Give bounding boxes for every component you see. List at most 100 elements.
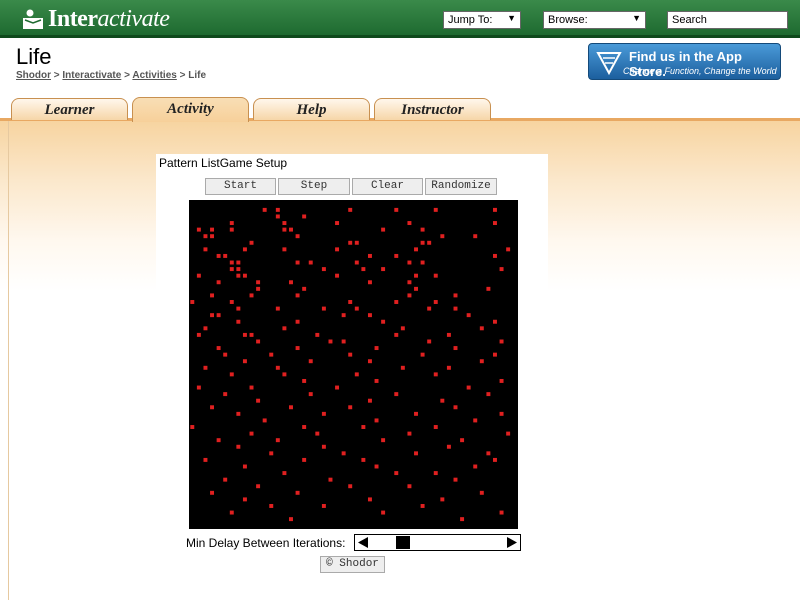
live-cell[interactable] [236,319,241,324]
live-cell[interactable] [394,332,399,337]
live-cell[interactable] [453,346,458,351]
live-cell[interactable] [479,359,484,364]
live-cell[interactable] [414,247,418,252]
live-cell[interactable] [295,490,300,495]
slider-right-arrow-icon[interactable] [505,536,519,549]
live-cell[interactable] [374,418,379,423]
live-cell[interactable] [190,425,195,429]
live-cell[interactable] [229,227,234,232]
live-cell[interactable] [302,378,307,383]
live-cell[interactable] [433,300,438,304]
live-cell[interactable] [433,372,438,377]
live-cell[interactable] [394,207,399,212]
randomize-button[interactable]: Randomize [425,178,497,195]
live-cell[interactable] [196,332,201,337]
live-cell[interactable] [328,477,333,482]
live-cell[interactable] [321,411,326,416]
search-input[interactable]: Search [667,11,788,29]
live-cell[interactable] [453,405,458,410]
live-cell[interactable] [354,306,359,311]
live-cell[interactable] [289,280,293,285]
jump-to-select[interactable]: Jump To: ▼ [443,11,521,29]
live-cell[interactable] [367,398,372,403]
live-cell[interactable] [506,247,511,252]
browse-select[interactable]: Browse: ▼ [543,11,646,29]
live-cell[interactable] [302,286,307,291]
live-cell[interactable] [302,457,307,462]
menu-pattern-list[interactable]: Pattern List [159,156,220,170]
live-cell[interactable] [499,378,504,383]
live-cell[interactable] [348,405,353,410]
live-cell[interactable] [196,385,201,390]
live-cell[interactable] [466,385,471,390]
live-cell[interactable] [203,247,208,252]
live-cell[interactable] [308,392,313,397]
live-cell[interactable] [414,411,418,416]
live-cell[interactable] [427,306,432,311]
live-cell[interactable] [381,227,386,232]
live-cell[interactable] [249,431,254,436]
live-cell[interactable] [367,497,372,502]
live-cell[interactable] [321,267,326,272]
live-cell[interactable] [381,438,386,443]
live-cell[interactable] [242,273,247,278]
live-cell[interactable] [381,510,386,515]
live-cell[interactable] [381,319,386,324]
live-cell[interactable] [282,471,287,476]
live-cell[interactable] [242,359,247,364]
live-cell[interactable] [236,267,241,272]
live-cell[interactable] [473,418,478,423]
live-cell[interactable] [295,234,300,239]
live-cell[interactable] [335,221,340,226]
live-cell[interactable] [229,260,234,265]
live-cell[interactable] [374,378,379,383]
live-cell[interactable] [295,260,300,265]
live-cell[interactable] [308,359,313,364]
clear-button[interactable]: Clear [352,178,423,195]
live-cell[interactable] [295,319,300,324]
live-cell[interactable] [499,339,504,344]
live-cell[interactable] [394,253,399,258]
live-cell[interactable] [433,207,438,212]
live-cell[interactable] [486,392,491,397]
live-cell[interactable] [196,273,201,278]
live-cell[interactable] [479,326,484,331]
live-cell[interactable] [203,365,208,370]
live-cell[interactable] [236,260,241,265]
live-cell[interactable] [242,332,247,337]
live-cell[interactable] [223,352,228,357]
live-cell[interactable] [242,464,247,469]
live-cell[interactable] [210,293,215,298]
live-cell[interactable] [367,359,372,364]
live-cell[interactable] [210,234,215,239]
live-cell[interactable] [407,221,412,226]
live-cell[interactable] [400,365,405,370]
live-cell[interactable] [282,372,287,377]
live-cell[interactable] [453,293,458,298]
live-cell[interactable] [229,300,234,304]
shodor-credit-button[interactable]: © Shodor [320,556,385,573]
live-cell[interactable] [506,431,511,436]
live-cell[interactable] [262,207,267,212]
live-cell[interactable] [473,234,478,239]
live-cell[interactable] [367,253,372,258]
live-cell[interactable] [203,326,208,331]
live-cell[interactable] [256,484,261,489]
live-cell[interactable] [493,221,497,226]
start-button[interactable]: Start [205,178,276,195]
tab-activity[interactable]: Activity [132,97,249,122]
live-cell[interactable] [256,280,261,285]
live-cell[interactable] [203,457,208,462]
live-cell[interactable] [361,425,366,429]
live-cell[interactable] [354,372,359,377]
live-cell[interactable] [348,484,353,489]
live-cell[interactable] [407,293,412,298]
live-cell[interactable] [236,273,241,278]
live-cell[interactable] [453,477,458,482]
live-cell[interactable] [367,280,372,285]
live-cell[interactable] [302,425,307,429]
live-cell[interactable] [335,247,340,252]
live-cell[interactable] [242,247,247,252]
live-cell[interactable] [275,214,280,219]
live-cell[interactable] [394,300,399,304]
